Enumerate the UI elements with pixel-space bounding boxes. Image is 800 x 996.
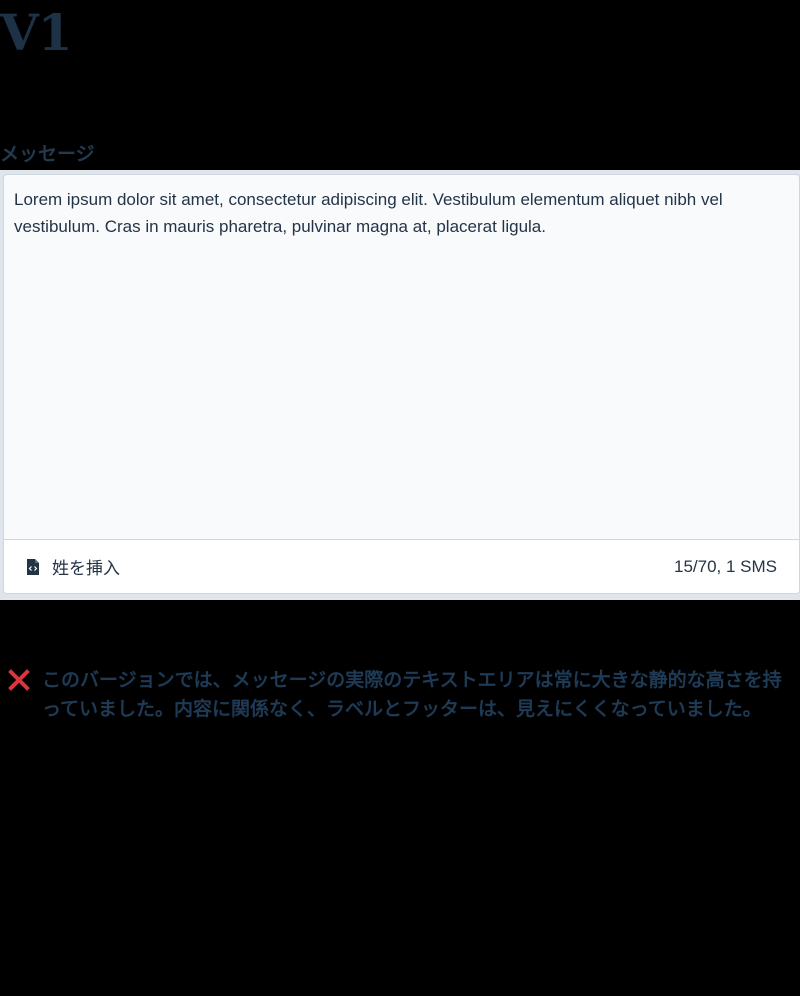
document-code-icon bbox=[24, 558, 42, 576]
close-x-icon bbox=[2, 666, 36, 694]
error-text: このバージョンでは、メッセージの実際のテキストエリアは常に大きな静的な高さを持っ… bbox=[42, 670, 782, 720]
message-label: メッセージ bbox=[0, 144, 95, 165]
insert-surname-label: 姓を挿入 bbox=[52, 559, 120, 578]
composer-footer: 姓を挿入 15/70, 1 SMS bbox=[4, 539, 799, 593]
page-title: V1 bbox=[0, 3, 73, 62]
message-composer: Lorem ipsum dolor sit amet, consectetur … bbox=[0, 170, 800, 600]
message-textarea-frame: Lorem ipsum dolor sit amet, consectetur … bbox=[3, 174, 800, 594]
error-message: このバージョンでは、メッセージの実際のテキストエリアは常に大きな静的な高さを持っ… bbox=[0, 666, 790, 724]
character-counter: 15/70, 1 SMS bbox=[673, 556, 777, 576]
message-textarea[interactable]: Lorem ipsum dolor sit amet, consectetur … bbox=[4, 175, 799, 539]
insert-surname-button[interactable]: 姓を挿入 bbox=[24, 554, 120, 579]
